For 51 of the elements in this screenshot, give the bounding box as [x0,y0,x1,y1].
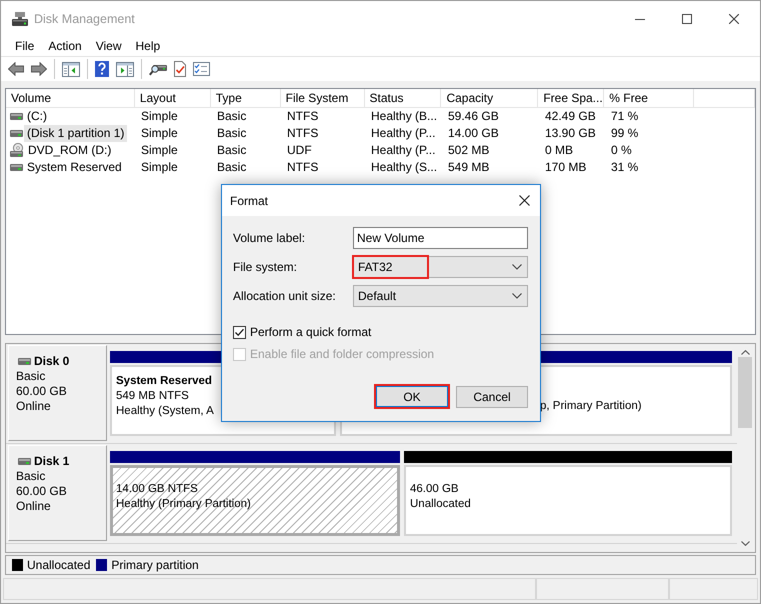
table-cell-text: 170 MB [544,159,588,176]
table-cell-text: Basic [216,108,248,125]
disk-status: Online [16,399,52,414]
table-cell-text: Simple [140,159,179,176]
table-cell-text: 14.00 GB [447,125,500,142]
table-cell-text: Simple [140,125,179,142]
table-cell-text: UDF [286,142,313,159]
partition-status: p, Primary Partition) [540,399,643,414]
partition-status: Healthy (System, A [116,404,215,419]
field-label: File system: [233,260,298,274]
disk-status: Online [16,499,52,514]
table-cell-text: Healthy (P... [370,142,436,159]
table-cell-text: 549 MB [447,159,490,176]
table-cell-text: Basic [216,142,248,159]
table-cell-text: 13.90 GB [544,125,597,142]
field-label: Volume label: [233,231,306,245]
legend-label: Primary partition [111,558,199,572]
table-cell-text: 31 % [610,159,640,176]
dialog-title: Format [230,194,268,208]
partition-status: Unallocated [410,496,472,512]
table-cell-text: Healthy (S... [370,159,438,176]
disk-name: Disk 0 [34,354,70,368]
partition-size: 14.00 GB NTFS [116,482,199,496]
table-cell-text: Simple [140,108,179,125]
partition-size: 549 MB NTFS [116,389,190,404]
window-title: Disk Management [34,12,135,26]
table-cell-text: NTFS [286,108,320,125]
table-cell-text: Healthy (P... [370,125,436,142]
table-cell-text: Simple [140,142,179,159]
disk-name: Disk 1 [34,454,70,468]
table-cell-text: 71 % [610,108,640,125]
disk-type: Basic [16,469,46,484]
table-cell-text: 59.46 GB [447,108,500,125]
table-cell-text: 99 % [610,125,640,142]
partition-size: 46.00 GB [410,482,460,496]
table-cell-text: 42.49 GB [544,108,597,125]
table-cell-text: 0 % [610,142,633,159]
table-cell-text: Healthy (B... [370,108,438,125]
table-cell-text: Basic [216,125,248,142]
partition-status: Healthy (Primary Partition) [116,496,252,512]
partition-name: System Reserved [116,374,213,389]
disk-size: 60.00 GB [16,384,68,399]
table-cell-text: Basic [216,159,248,176]
legend-label: Unallocated [27,558,90,572]
table-cell-text: NTFS [286,159,320,176]
table-cell-text: 0 MB [544,142,574,159]
field-label: Allocation unit size: [233,289,337,303]
table-cell-text: 502 MB [447,142,490,159]
table-cell-text: NTFS [286,125,320,142]
disk-type: Basic [16,369,46,384]
disk-size: 60.00 GB [16,484,68,499]
